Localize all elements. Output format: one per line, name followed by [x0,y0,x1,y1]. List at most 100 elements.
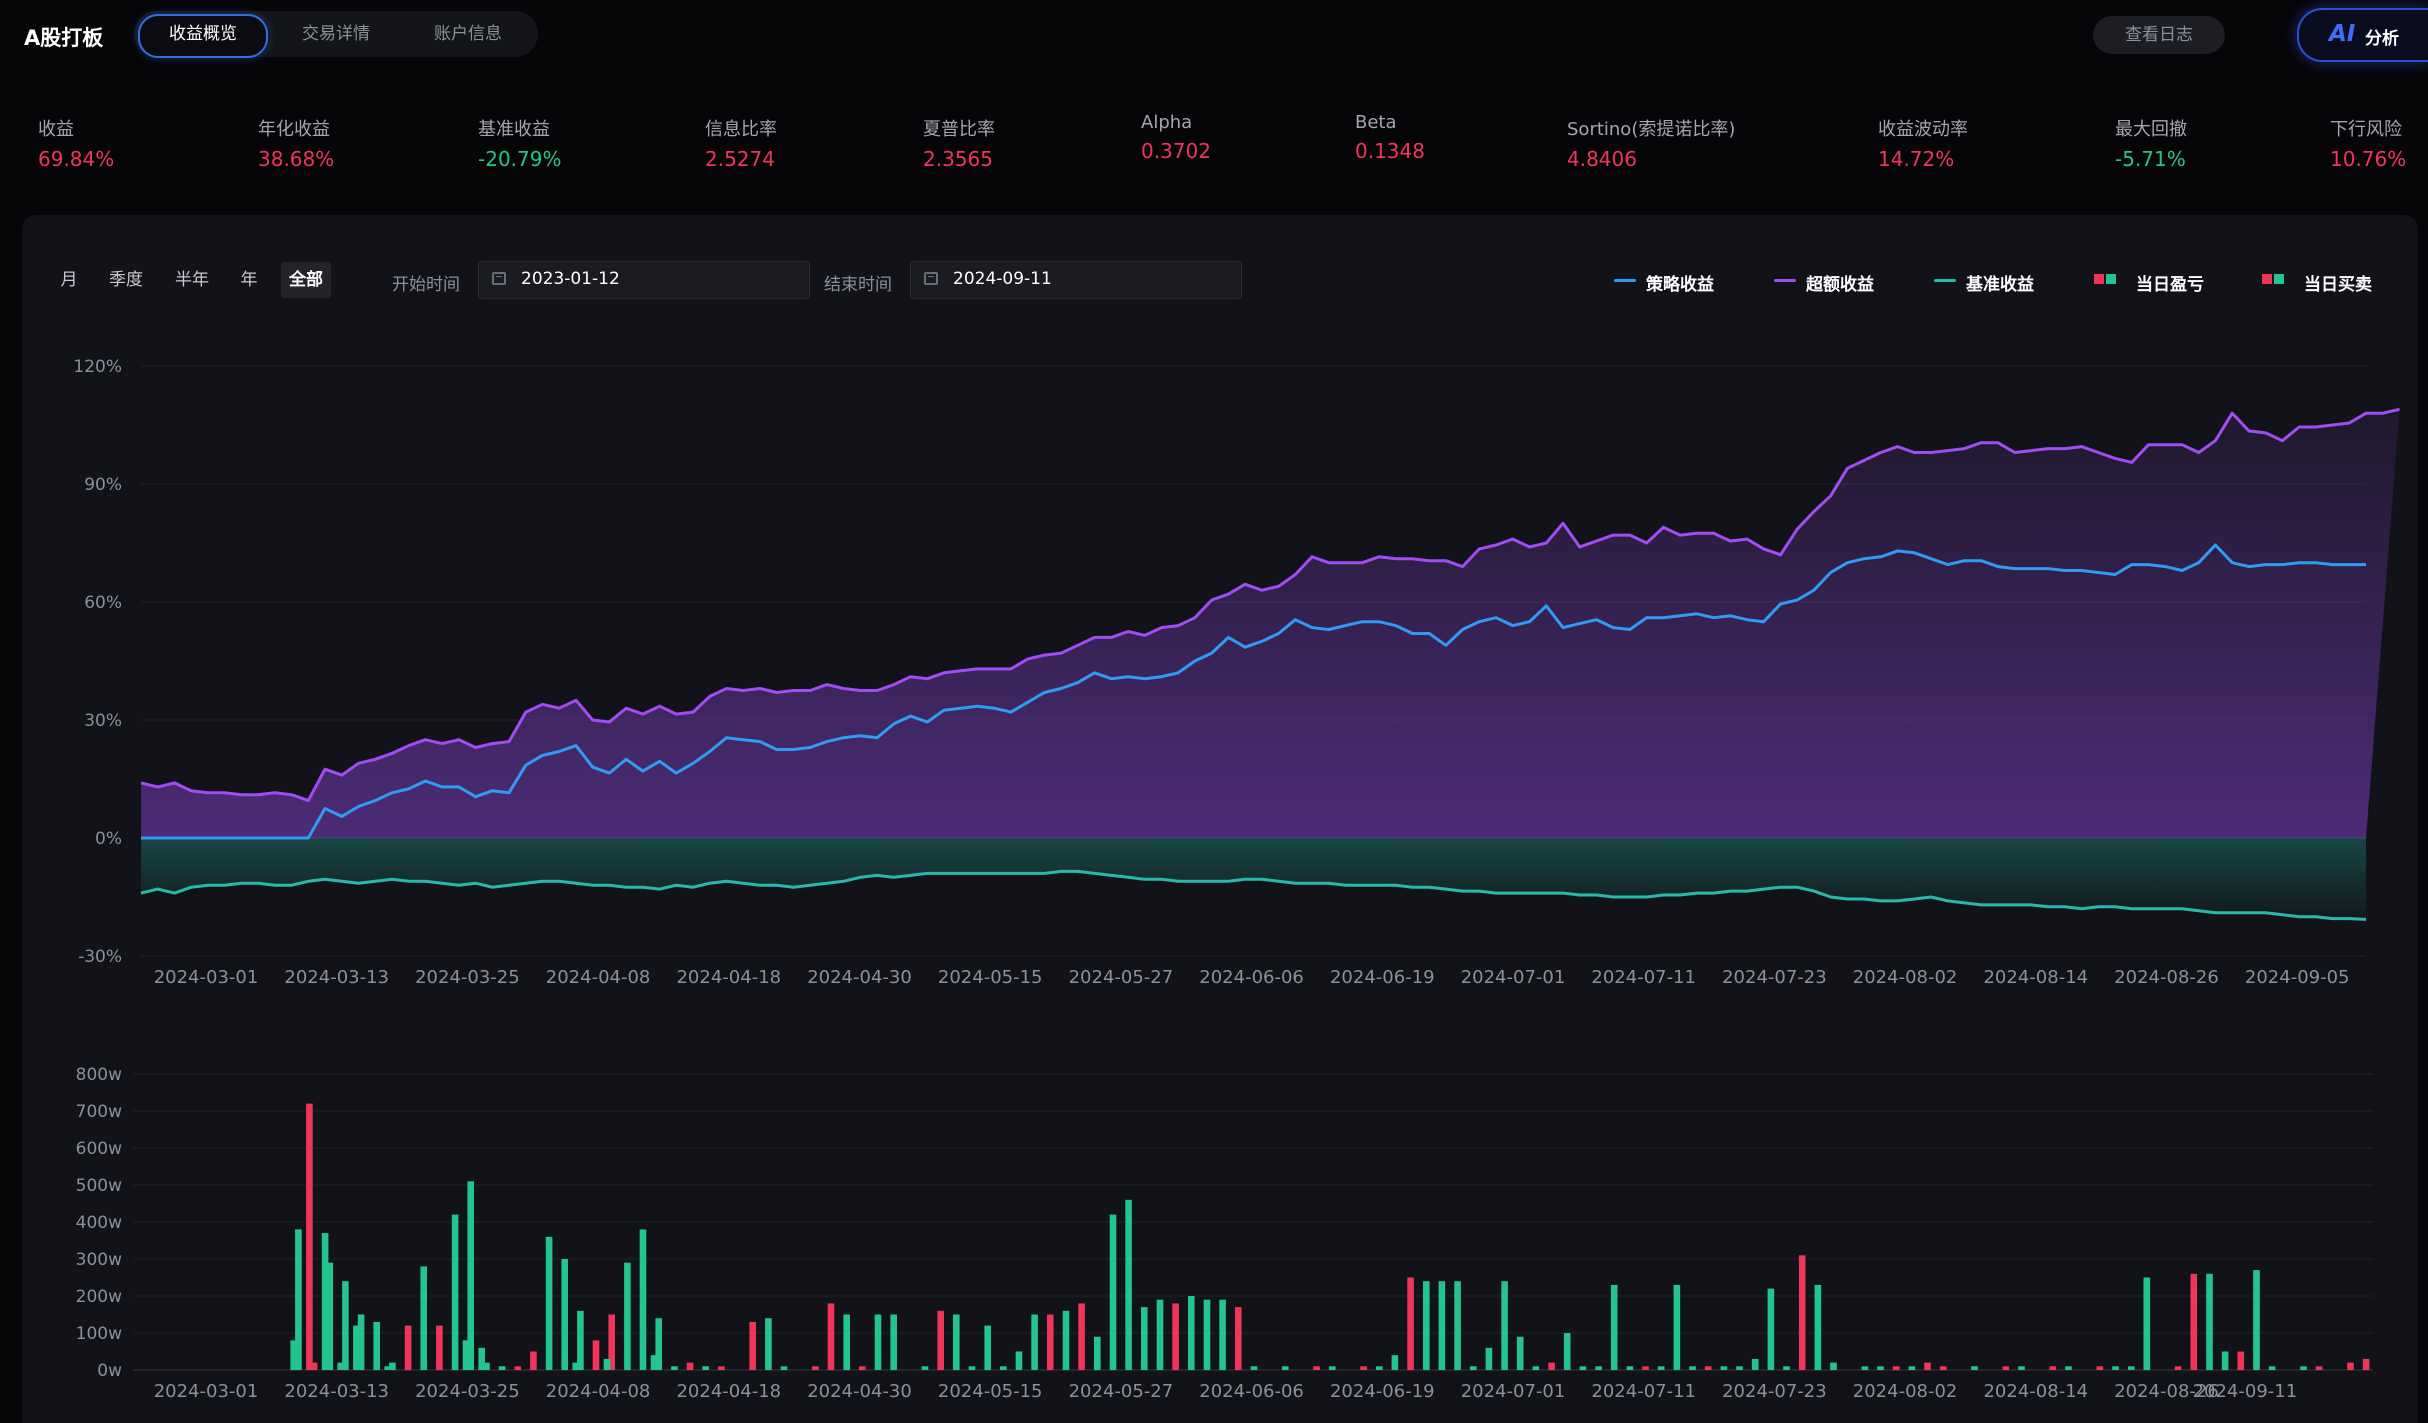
pnl-bar [1329,1366,1336,1370]
pnl-bar [577,1310,584,1370]
pnl-bar [2347,1362,2354,1370]
trade-bar [572,1362,579,1370]
pnl-bar [2018,1366,2025,1370]
y-tick-label: 30% [84,711,122,731]
pnl-bar [1516,1336,1524,1370]
pnl-bar [1172,1303,1179,1370]
x-tick-label: 2024-05-15 [938,1381,1043,1402]
pnl-bar [545,1236,553,1370]
x-tick-label: 2024-08-02 [1853,1381,1958,1402]
x-tick-label: 2024-04-30 [807,1381,912,1402]
pnl-bar [827,1303,835,1370]
pnl-bar [1125,1199,1132,1370]
pnl-bar [1250,1366,1258,1370]
y-tick-label: 200w [76,1287,122,1307]
pnl-bar [1924,1362,1931,1370]
pnl-bar [1235,1307,1242,1370]
pnl-bar [1877,1366,1884,1370]
x-tick-label: 2024-06-06 [1199,967,1304,988]
pnl-bar [1579,1366,1587,1370]
y-tick-label: 90% [84,475,122,495]
pnl-bar [2002,1366,2010,1370]
pnl-bar [2143,1277,2151,1370]
pnl-bar [1610,1284,1618,1370]
pnl-bar [2253,1270,2260,1370]
x-tick-label: 2024-03-13 [284,1381,389,1402]
pnl-bar [2221,1351,2229,1370]
x-tick-label: 2024-07-23 [1722,1381,1827,1402]
pnl-bar [1908,1366,1916,1370]
x-tick-label: 2024-06-19 [1330,1381,1435,1402]
pnl-bar [937,1310,944,1370]
x-tick-label: 2024-07-11 [1591,1381,1696,1402]
pnl-bar [2237,1351,2245,1370]
pnl-bar [1657,1366,1665,1370]
pnl-bar [968,1366,976,1370]
pnl-bar [686,1362,694,1370]
x-tick-label: 2024-04-18 [676,967,781,988]
x-tick-label: 2024-04-30 [807,967,912,988]
trade-bar [462,1340,470,1370]
x-tick-label: 2024-03-01 [154,967,259,988]
x-tick-label: 2024-07-11 [1591,967,1696,988]
pnl-bar [1548,1362,1555,1370]
y-tick-label: 0% [95,829,122,849]
pnl-bar [1188,1296,1195,1370]
pnl-bar [1000,1366,1007,1370]
pnl-bar [1047,1314,1054,1370]
pnl-bar [639,1229,647,1370]
excess-area [141,409,2400,838]
x-tick-label: 2024-06-19 [1330,967,1435,988]
trade-bar [306,1103,313,1370]
y-tick-label: 100w [76,1324,122,1344]
pnl-bar [921,1366,929,1370]
trade-bar [290,1340,297,1370]
pnl-bar [1282,1366,1289,1370]
x-tick-label: 2024-03-13 [284,967,389,988]
x-tick-label: 2024-04-08 [546,967,651,988]
bar-series [290,1103,2370,1370]
pnl-bar [1156,1299,1164,1370]
pnl-bar [1532,1366,1540,1370]
pnl-bar [843,1314,850,1370]
y-tick-label: 60% [84,593,122,613]
pnl-bar [1939,1366,1947,1370]
y-tick-label: 600w [76,1139,122,1159]
x-tick-label: 2024-08-26 [2114,967,2219,988]
pnl-bar [373,1321,380,1370]
x-tick-label: 2024-03-01 [154,1381,259,1402]
x-tick-label: 2024-04-08 [546,1381,651,1402]
pnl-bar [1423,1281,1430,1370]
y-tick-label: 800w [76,1065,122,1085]
pnl-bar [1376,1366,1383,1370]
pnl-bar [1141,1307,1148,1370]
pnl-bar [765,1318,772,1370]
pnl-bar [1219,1299,1226,1370]
pnl-bar [1798,1255,1806,1370]
x-tick-label: 2024-07-23 [1722,967,1827,988]
x-tick-label: 2024-09-05 [2245,967,2350,988]
pnl-bar [1892,1366,1900,1370]
pnl-bar [780,1366,788,1370]
pnl-bar [1470,1366,1477,1370]
pnl-bar [718,1366,725,1370]
pnl-bar [874,1314,882,1370]
area-fills [141,409,2400,920]
x-tick-label: 2024-04-18 [676,1381,781,1402]
pnl-bar [1814,1284,1822,1370]
pnl-bar [1673,1284,1681,1370]
pnl-bar [1062,1310,1070,1370]
y-tick-label: 120% [73,357,122,377]
pnl-bar [1720,1366,1728,1370]
pnl-bar [953,1314,960,1370]
pnl-bar [1454,1281,1461,1370]
pnl-bar [2049,1366,2057,1370]
pnl-bar [749,1321,756,1370]
pnl-bar [1360,1366,1367,1370]
pnl-bar [2127,1366,2135,1370]
y-tick-label: 500w [76,1176,122,1196]
pnl-bar [1595,1366,1602,1370]
pnl-bar [1501,1281,1508,1370]
trade-bar [337,1362,344,1370]
pnl-bar [1642,1366,1649,1370]
